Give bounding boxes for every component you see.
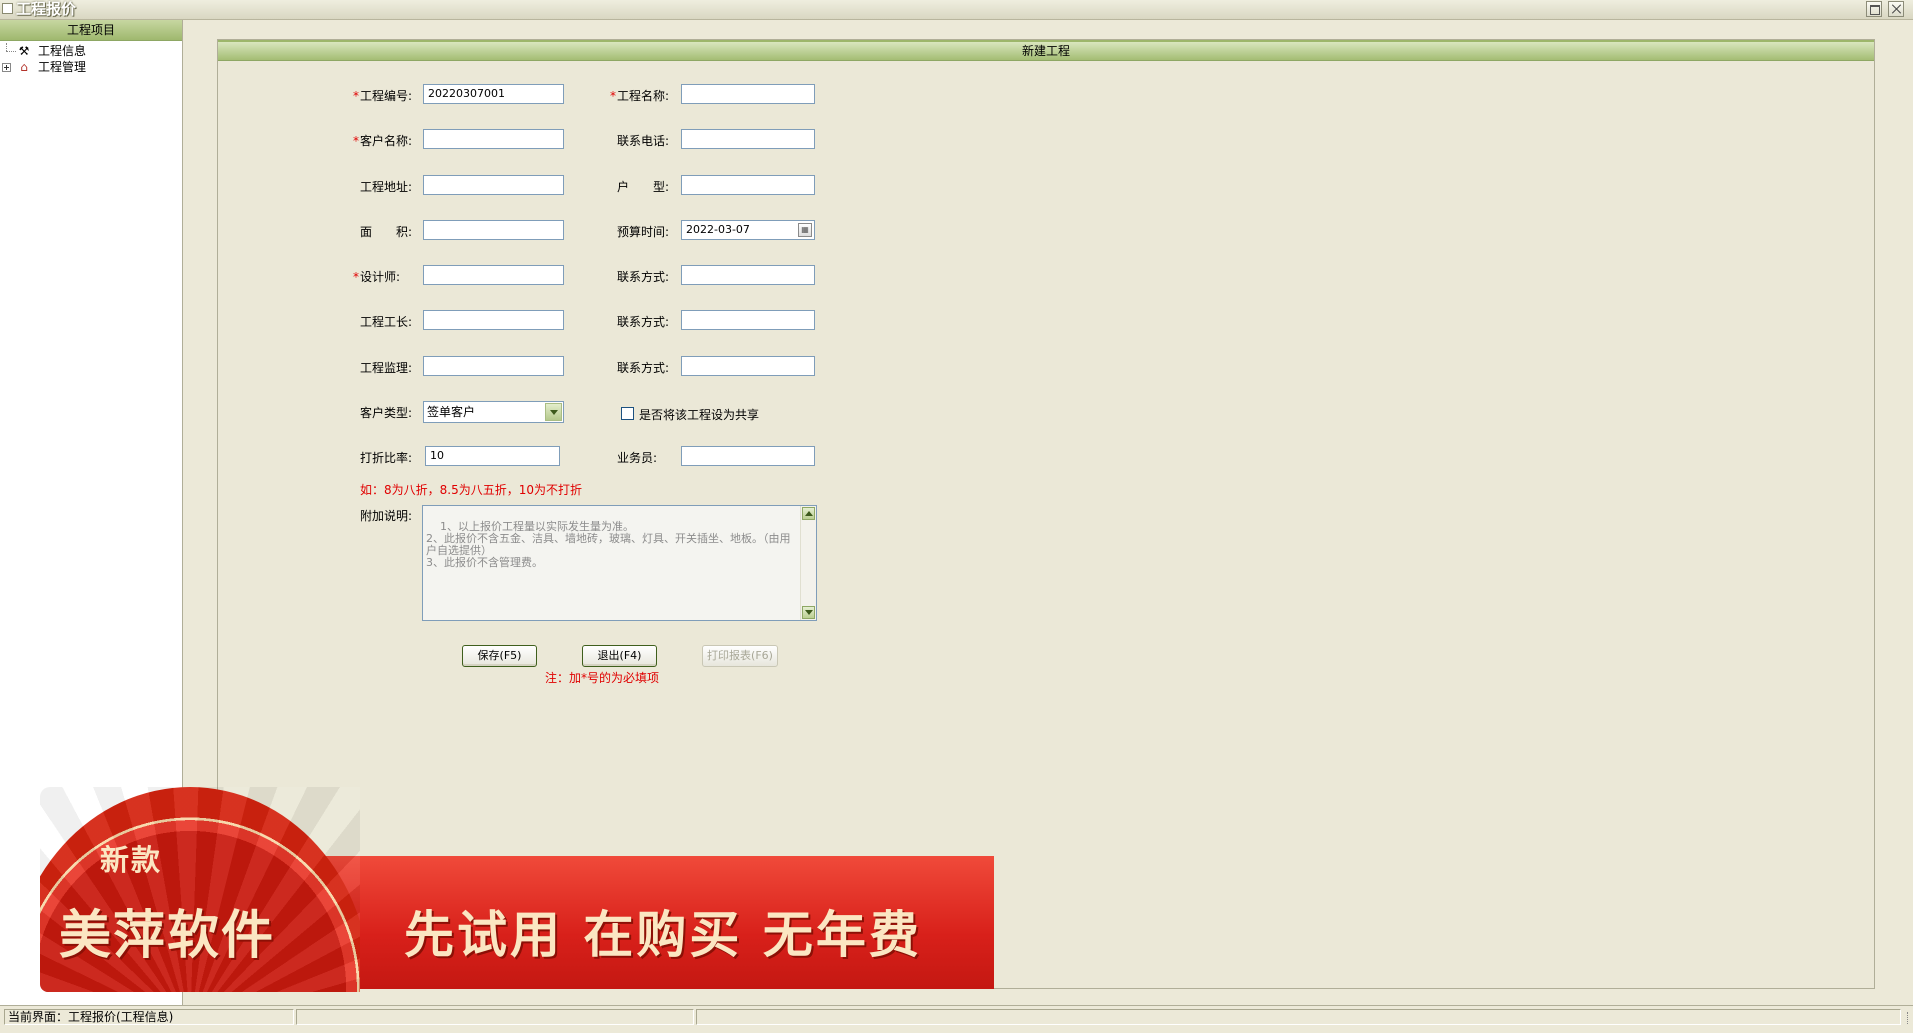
budget-time-label: 预算时间: — [617, 225, 670, 239]
tools-icon: ⚒ — [18, 44, 30, 58]
area-label: 面 积: — [360, 225, 413, 239]
promo-banner: 新款 美萍软件 先试用 在购买 无年费 — [40, 787, 994, 993]
budget-date-picker[interactable]: 2022-03-07 ▦ — [681, 220, 815, 240]
calendar-icon[interactable]: ▦ — [798, 223, 812, 237]
notes-textarea[interactable]: 1、以上报价工程量以实际发生量为准。 2、此报价不含五金、洁具、墙地砖，玻璃、灯… — [422, 505, 817, 621]
customer-type-select[interactable]: 签单客户 — [423, 401, 564, 423]
project-name-input[interactable] — [681, 84, 815, 104]
discount-hint: 如：8为八折，8.5为八五折，10为不打折 — [360, 483, 582, 497]
app-icon[interactable] — [2, 3, 13, 14]
address-label: 工程地址: — [360, 180, 413, 194]
print-report-button[interactable]: 打印报表(F6) — [702, 645, 778, 667]
designer-input[interactable] — [423, 265, 564, 285]
foreman-label: 工程工长: — [360, 315, 413, 329]
form-header: 新建工程 — [218, 40, 1874, 61]
area-input[interactable] — [423, 220, 564, 240]
tree-line — [6, 43, 8, 51]
banner-tag: 新款 — [100, 843, 163, 877]
required-note: 注：加*号的为必填项 — [545, 671, 660, 685]
supervisor-contact-input[interactable] — [681, 356, 815, 376]
banner-slogan: 先试用 在购买 无年费 — [404, 906, 922, 964]
house-type-label: 户 型: — [617, 180, 670, 194]
supervisor-label: 工程监理: — [360, 361, 413, 375]
notes-text: 1、以上报价工程量以实际发生量为准。 2、此报价不含五金、洁具、墙地砖，玻璃、灯… — [426, 520, 791, 569]
customer-name-label: *客户名称: — [353, 134, 413, 148]
notes-label: 附加说明: — [360, 509, 413, 523]
chevron-down-icon[interactable] — [545, 403, 562, 421]
designer-contact-input[interactable] — [681, 265, 815, 285]
customer-name-input[interactable] — [423, 129, 564, 149]
project-no-label: *工程编号: — [353, 89, 413, 103]
scroll-down-icon[interactable] — [802, 606, 815, 619]
tree-line — [6, 51, 16, 53]
supervisor-input[interactable] — [423, 356, 564, 376]
status-bar: 当前界面：工程报价(工程信息) — [0, 1005, 1913, 1028]
foreman-input[interactable] — [423, 310, 564, 330]
house-icon: ⌂ — [20, 60, 28, 74]
expand-icon[interactable] — [2, 63, 11, 72]
supervisor-contact-label: 联系方式: — [617, 361, 670, 375]
tree-item-label: 工程信息 — [38, 44, 87, 58]
house-type-input[interactable] — [681, 175, 815, 195]
salesman-input[interactable] — [681, 446, 815, 466]
phone-label: 联系电话: — [617, 134, 670, 148]
status-current-page: 当前界面：工程报价(工程信息) — [4, 1009, 294, 1025]
save-button[interactable]: 保存(F5) — [462, 645, 537, 667]
project-no-input[interactable]: 20220307001 — [423, 84, 564, 104]
exit-button[interactable]: 退出(F4) — [582, 645, 657, 667]
resize-grip-icon[interactable] — [1907, 1012, 1911, 1024]
tree-item-project-manage[interactable]: ⌂ 工程管理 — [0, 59, 180, 75]
designer-contact-label: 联系方式: — [617, 270, 670, 284]
phone-input[interactable] — [681, 129, 815, 149]
status-cell — [696, 1009, 1901, 1025]
maximize-button[interactable] — [1866, 1, 1882, 17]
banner-brand: 美萍软件 — [59, 906, 276, 966]
scroll-up-icon[interactable] — [802, 507, 815, 520]
foreman-contact-input[interactable] — [681, 310, 815, 330]
discount-label: 打折比率: — [360, 451, 413, 465]
designer-label: *设计师: — [353, 270, 401, 284]
window-titlebar: 工程报价 — [0, 0, 1913, 20]
customer-type-label: 客户类型: — [360, 406, 413, 420]
salesman-label: 业务员: — [617, 451, 658, 465]
close-button[interactable] — [1888, 1, 1904, 17]
customer-type-value: 签单客户 — [427, 405, 476, 419]
address-input[interactable] — [423, 175, 564, 195]
tree-item-label: 工程管理 — [38, 60, 87, 74]
window-title: 工程报价 — [16, 0, 77, 18]
tree-panel-header: 工程项目 — [0, 20, 182, 41]
discount-input[interactable]: 10 — [425, 446, 560, 466]
tree-item-project-info[interactable]: ⚒ 工程信息 — [0, 43, 180, 59]
share-checkbox[interactable] — [621, 407, 634, 420]
notes-scrollbar[interactable] — [800, 506, 816, 620]
share-checkbox-label[interactable]: 是否将该工程设为共享 — [639, 406, 759, 423]
budget-date-value: 2022-03-07 — [686, 223, 750, 236]
status-cell — [296, 1009, 694, 1025]
project-name-label: *工程名称: — [610, 89, 670, 103]
foreman-contact-label: 联系方式: — [617, 315, 670, 329]
